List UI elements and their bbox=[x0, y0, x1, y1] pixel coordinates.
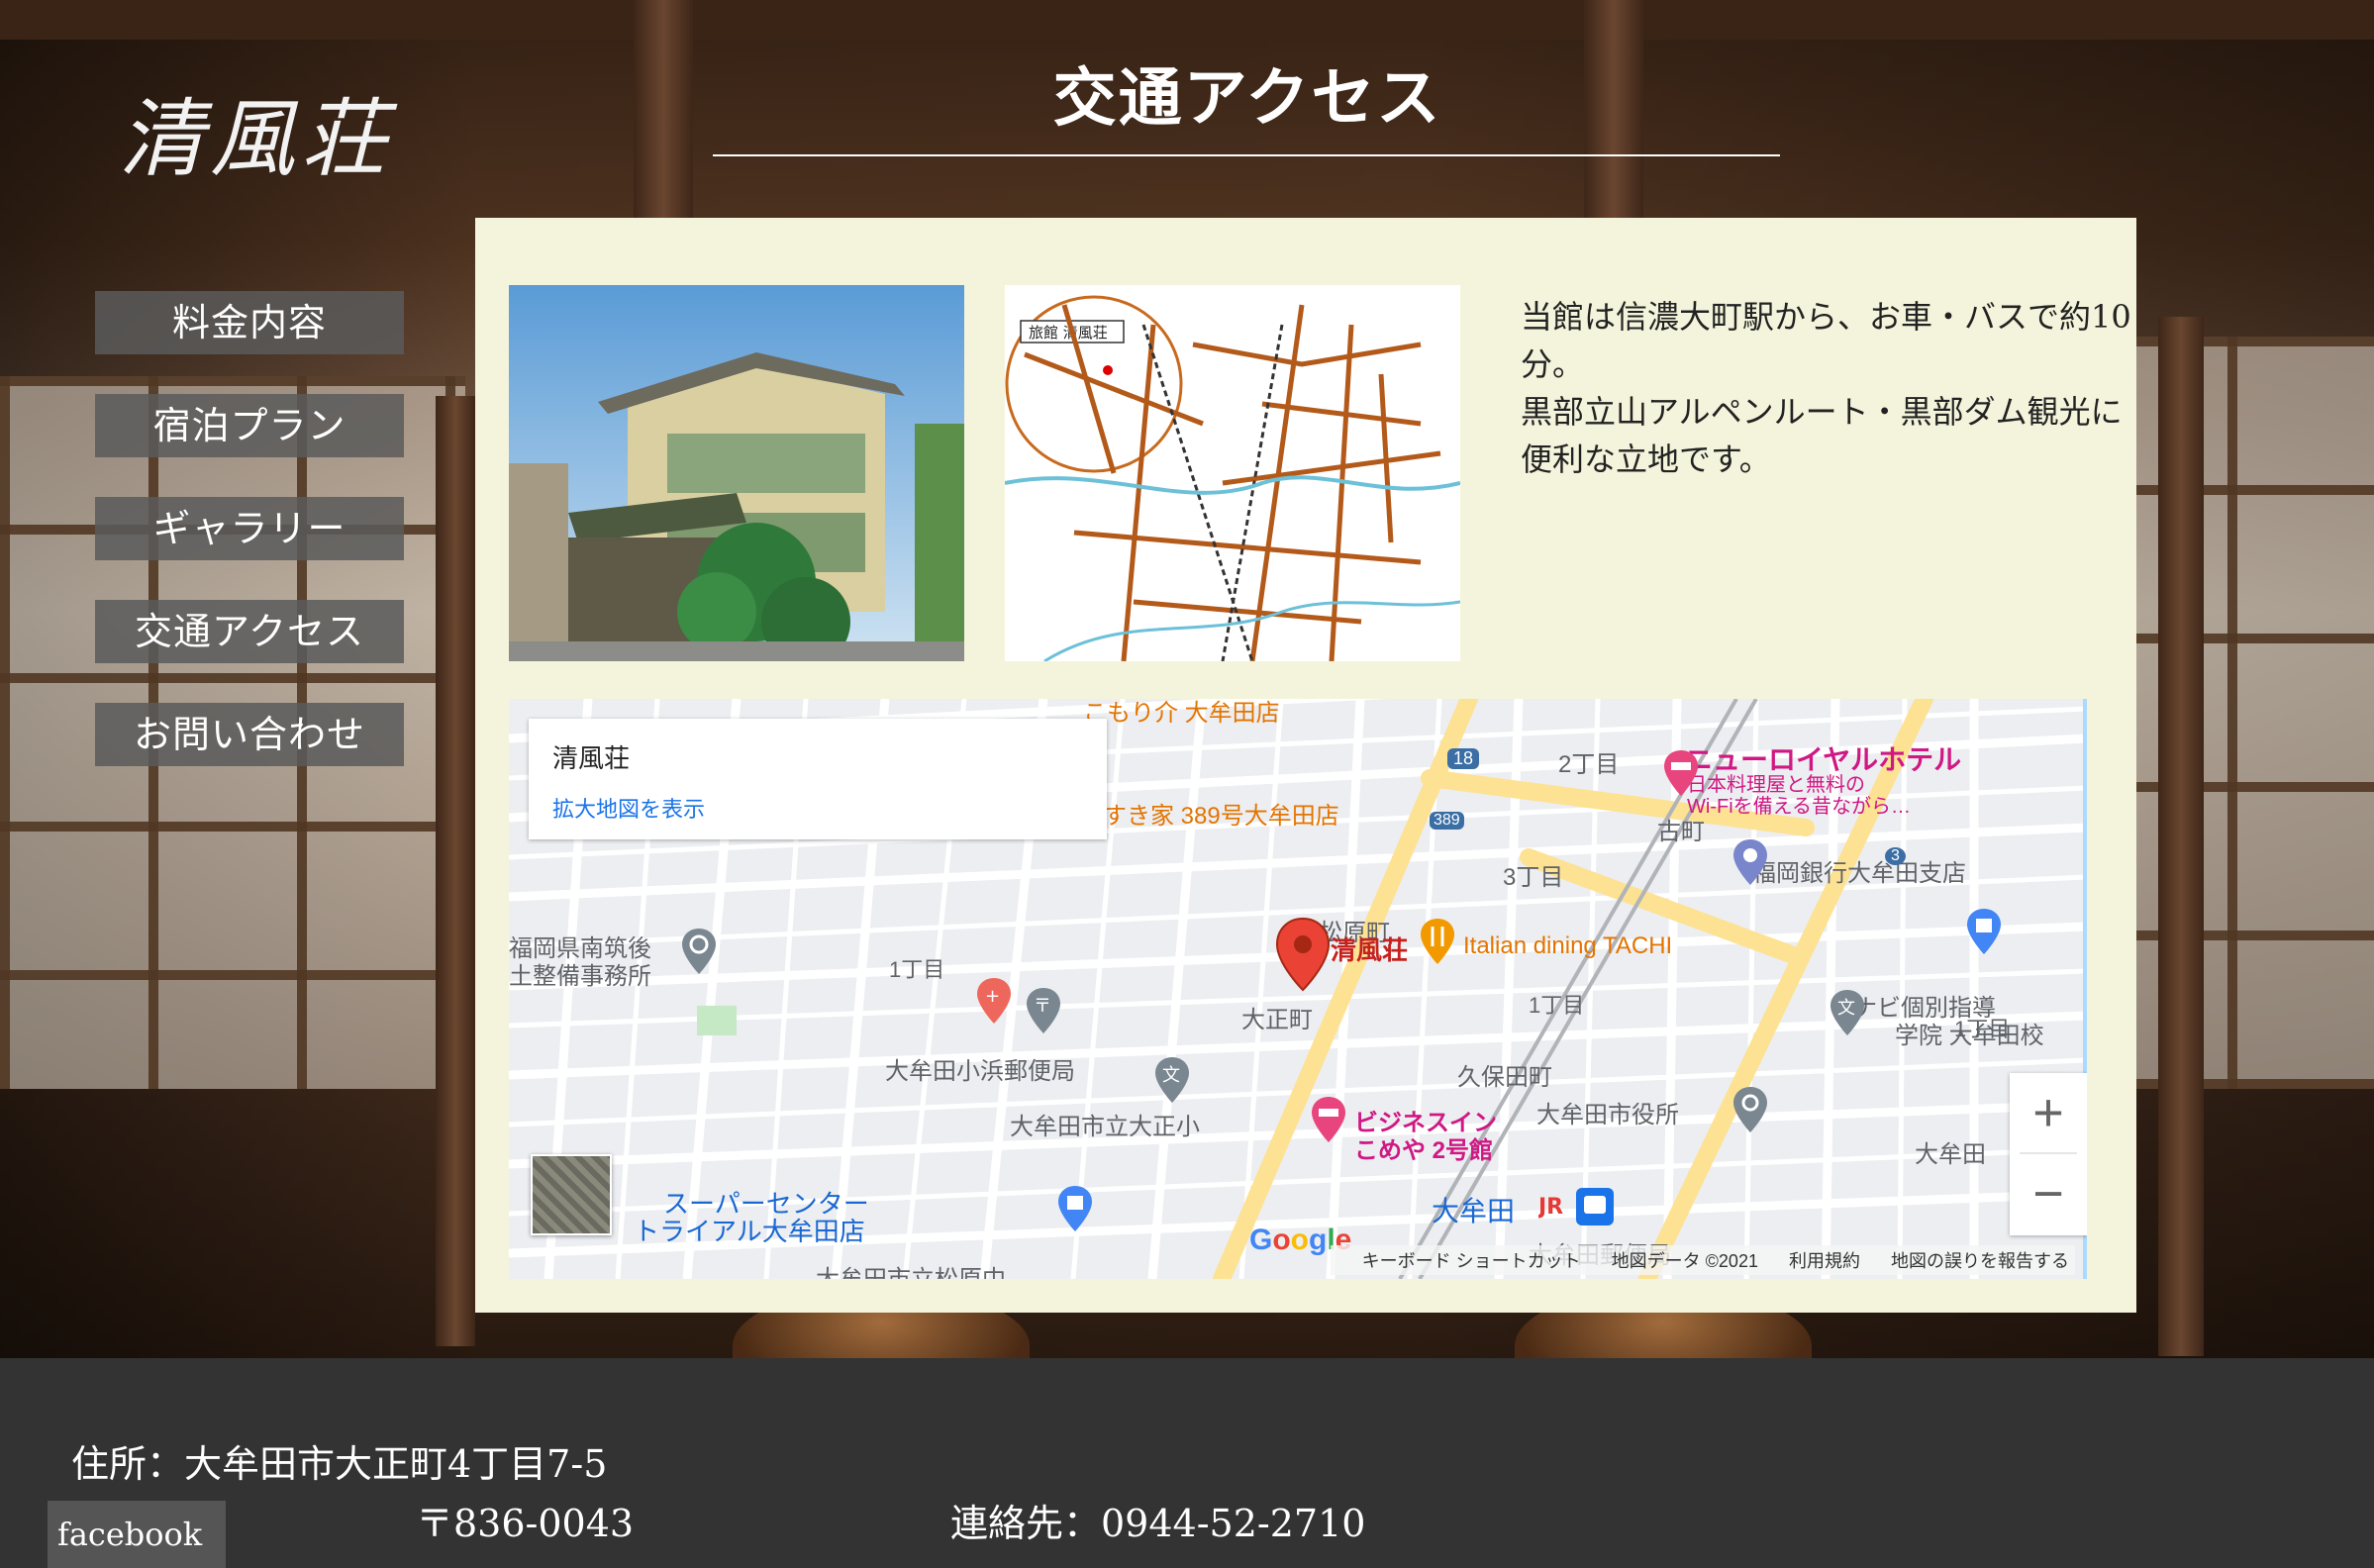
access-panel: 旅館 清風荘 当館は信濃大町駅から、お車・バスで約10分。 黒部立山アルペンルー… bbox=[475, 218, 2136, 1313]
keyboard-shortcuts-link[interactable]: キーボード ショートカット bbox=[1362, 1251, 1581, 1271]
map-label-top: こもり介 大牟田店 bbox=[1083, 700, 1280, 727]
svg-text:文: 文 bbox=[1162, 1065, 1180, 1086]
map-label-restaurant[interactable]: Italian dining TACHI bbox=[1463, 932, 1672, 960]
google-map-embed[interactable]: こもり介 大牟田店 すき家 389号大牟田店 2丁目 ニューロイヤルホテル 日本… bbox=[509, 699, 2087, 1279]
side-nav: 料金内容 宿泊プラン ギャラリー 交通アクセス お問い合わせ bbox=[95, 291, 404, 806]
map-label-1chome-b: 1丁目 bbox=[1529, 993, 1585, 1018]
map-label-pin[interactable]: 清風荘 bbox=[1331, 931, 1408, 967]
facebook-button[interactable]: facebook bbox=[48, 1501, 226, 1568]
post-office-icon[interactable]: 〒 bbox=[1024, 986, 1063, 1035]
logo-calligraphy: 清風荘 bbox=[119, 90, 398, 189]
map-label-furumachi: 古町 bbox=[1657, 819, 1705, 845]
access-description: 当館は信濃大町駅から、お車・バスで約10分。 黒部立山アルペンルート・黒部ダム観… bbox=[1521, 293, 2134, 483]
footer-address: 住所：大牟田市大正町4丁目7-5 bbox=[71, 1442, 608, 1486]
route-map-illustration: 旅館 清風荘 bbox=[1005, 285, 1460, 661]
svg-text:清風荘: 清風荘 bbox=[119, 90, 398, 186]
brand-logo[interactable]: 清風荘 bbox=[119, 87, 406, 189]
svg-text:〒: 〒 bbox=[1034, 996, 1051, 1017]
city-hall-icon[interactable] bbox=[1731, 1085, 1770, 1134]
shopping-icon[interactable] bbox=[1964, 907, 2004, 956]
map-attribution: キーボード ショートカット 地図データ ©2021 利用規約 地図の誤りを報告す… bbox=[1330, 1245, 2075, 1275]
page-title: 交通アクセス bbox=[1052, 61, 1442, 136]
map-pin-icon[interactable] bbox=[1273, 917, 1333, 992]
footer-contact: 連絡先：0944-52-2710 bbox=[950, 1502, 1366, 1545]
inn-building-photo bbox=[509, 285, 964, 661]
supermarket-icon[interactable] bbox=[1055, 1184, 1095, 1233]
map-enlarge-link[interactable]: 拡大地図を表示 bbox=[552, 792, 705, 824]
map-label-station[interactable]: 大牟田 bbox=[1432, 1190, 1515, 1229]
jr-station-icon[interactable]: JR bbox=[1538, 1184, 1618, 1229]
nav-item-pricing[interactable]: 料金内容 bbox=[95, 291, 404, 354]
satellite-toggle[interactable] bbox=[531, 1154, 612, 1235]
map-label-super2: トライアル大牟田店 bbox=[634, 1217, 865, 1246]
terms-link[interactable]: 利用規約 bbox=[1789, 1251, 1860, 1271]
map-label-1chome-a: 1丁目 bbox=[889, 957, 945, 982]
map-label-pref2: 土整備事務所 bbox=[509, 963, 651, 990]
bizinn-hotel-icon[interactable] bbox=[1309, 1095, 1348, 1144]
map-label-bank[interactable]: 福岡銀行大牟田支店 bbox=[1752, 853, 1966, 888]
map-label-taisho: 大正町 bbox=[1241, 1007, 1313, 1033]
nav-item-contact[interactable]: お問い合わせ bbox=[95, 703, 404, 766]
route-3-shield: 3 bbox=[1885, 847, 1906, 865]
map-zoom-controls: + − bbox=[2010, 1073, 2087, 1235]
map-label-school[interactable]: 大牟田市立大正小 bbox=[1010, 1107, 1200, 1141]
map-label-omuta-right: 大牟田 bbox=[1915, 1141, 1986, 1168]
juku-school-icon[interactable]: 文 bbox=[1828, 988, 1867, 1037]
route-18-shield: 18 bbox=[1447, 748, 1480, 769]
zoom-out-button[interactable]: − bbox=[2010, 1154, 2087, 1233]
map-label-hotel-sub2: Wi-Fiを備える昔ながら… bbox=[1687, 796, 1912, 818]
description-line-1: 当館は信濃大町駅から、お車・バスで約10分。 bbox=[1521, 298, 2131, 383]
footer-postal-code: 〒836-0043 bbox=[416, 1502, 635, 1545]
map-place-name: 清風荘 bbox=[552, 743, 631, 773]
title-divider bbox=[713, 154, 1780, 156]
report-error-link[interactable]: 地図の誤りを報告する bbox=[1891, 1251, 2069, 1271]
hospital-icon[interactable]: + bbox=[974, 976, 1014, 1026]
map-label-chugaku: 大牟田市立松原中 bbox=[816, 1259, 1006, 1279]
map-data-text: 地図データ ©2021 bbox=[1611, 1251, 1758, 1271]
svg-text:+: + bbox=[985, 986, 1000, 1007]
description-line-2: 黒部立山アルペンルート・黒部ダム観光に便利な立地です。 bbox=[1521, 393, 2123, 478]
map-label-kubota: 久保田町 bbox=[1457, 1064, 1552, 1091]
svg-text:JR: JR bbox=[1538, 1195, 1563, 1220]
map-label-post-office[interactable]: 大牟田小浜郵便局 bbox=[885, 1051, 1075, 1086]
restaurant-icon[interactable] bbox=[1418, 917, 1457, 966]
map-label-sukiya[interactable]: すき家 389号大牟田店 bbox=[1103, 796, 1339, 831]
map-label-city-hall[interactable]: 大牟田市役所 bbox=[1536, 1095, 1679, 1129]
nav-item-gallery[interactable]: ギャラリー bbox=[95, 497, 404, 560]
map-place-card: 清風荘 拡大地図を表示 bbox=[529, 719, 1107, 839]
map-label-3chome: 3丁目 bbox=[1503, 864, 1564, 891]
school-icon[interactable]: 文 bbox=[1152, 1055, 1192, 1105]
map-label-bizinn2: こめや 2号館 bbox=[1354, 1137, 1494, 1164]
map-label-2chome: 2丁目 bbox=[1558, 751, 1620, 778]
map-label-1chome-c: 1丁目 bbox=[1954, 1017, 2011, 1041]
bank-icon[interactable] bbox=[1731, 837, 1770, 887]
zoom-in-button[interactable]: + bbox=[2010, 1073, 2087, 1152]
nav-item-access[interactable]: 交通アクセス bbox=[95, 600, 404, 663]
svg-text:文: 文 bbox=[1837, 998, 1855, 1019]
government-office-icon[interactable] bbox=[679, 927, 719, 976]
route-389-shield: 389 bbox=[1430, 812, 1464, 830]
hotel-icon[interactable] bbox=[1661, 748, 1701, 798]
nav-item-plans[interactable]: 宿泊プラン bbox=[95, 394, 404, 457]
